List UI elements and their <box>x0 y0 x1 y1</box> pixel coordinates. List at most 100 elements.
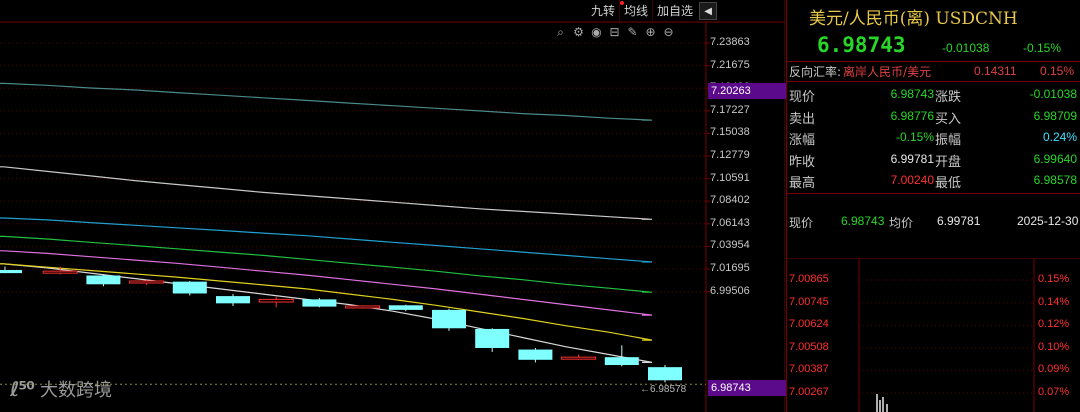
mini-right-tick: 0.15% <box>1038 273 1070 285</box>
reverse-rate-pair[interactable]: 离岸人民币/美元 <box>843 63 931 80</box>
quote-value: -0.15% <box>895 130 934 144</box>
collapse-panel-icon[interactable]: ◀ <box>699 2 718 20</box>
candle-body-down <box>302 299 337 307</box>
last-price: 6.98743 <box>817 33 906 57</box>
candle-body-up <box>345 305 381 309</box>
chart-grid <box>0 42 710 293</box>
quote-label: 开盘 <box>935 154 962 170</box>
axis-tick-label: 7.17227 <box>710 103 750 116</box>
axis-tick-label: 6.99506 <box>710 284 750 297</box>
mini-left-tick: 7.00508 <box>789 340 829 353</box>
price-change-pct: -0.15% <box>1023 41 1062 55</box>
quote-value: 6.98743 <box>890 87 934 101</box>
watermark: ℓ⁵⁰ 大数跨境 <box>10 376 112 402</box>
lock-icon[interactable]: ⊟ <box>607 25 622 40</box>
quote-label: 卖出 <box>789 111 816 127</box>
mini-right-tick: 0.09% <box>1038 363 1070 376</box>
price-change: -0.01038 <box>942 41 990 55</box>
axis-tick-label: 7.15038 <box>710 126 750 139</box>
divider <box>787 193 1080 194</box>
axis-tick-label: 7.03954 <box>710 239 750 252</box>
axis-tick-label: 7.10591 <box>710 171 750 184</box>
quote-label: 昨收 <box>789 154 816 170</box>
ma-line-7 <box>0 82 653 121</box>
quote-label: 最高 <box>789 176 816 191</box>
candle-body-down <box>388 305 423 310</box>
axis-tick-label: 7.06143 <box>710 216 750 229</box>
axis-tick-label: 7.08402 <box>710 194 750 207</box>
axis-tick-label: 7.12779 <box>710 149 750 161</box>
quote-panel: 美元/人民币(离) USDCNH 6.98743 -0.01038 -0.15%… <box>786 0 1080 412</box>
tick-avg-label: 均价 <box>889 216 914 230</box>
tick-date: 2025-12-30 <box>1017 214 1079 228</box>
quote-row: 现价 6.98743 涨跌 -0.01038 <box>789 84 1079 105</box>
candle-body-up <box>42 270 78 274</box>
mini-right-tick: 0.07% <box>1038 386 1070 398</box>
kline-chart[interactable] <box>0 0 785 412</box>
ma-line-6 <box>0 166 653 220</box>
quote-row: 涨幅 -0.15% 振幅 0.24% <box>789 127 1079 148</box>
notification-dot-icon <box>620 1 624 5</box>
axis-tick-label: 7.01695 <box>710 262 750 274</box>
candle-body-down <box>475 328 510 348</box>
candle-body-down <box>604 357 639 366</box>
reverse-rate-row[interactable]: 反向汇率: 离岸人民币/美元 0.14311 0.15% <box>789 62 1080 80</box>
kline-chart-pane[interactable]: 九转 均线 加自选 ◀ ⌕ ⚙ ◉ ⊟ ✎ ⊕ ⊖ 7.23863 7.21675… <box>0 0 786 412</box>
add-watchlist-button[interactable]: 加自选 <box>652 0 697 22</box>
quote-label: 买入 <box>935 111 962 127</box>
zoom-out-icon[interactable]: ⊖ <box>661 25 676 40</box>
candle-body-down <box>216 296 250 304</box>
intraday-mini-chart[interactable] <box>787 258 1080 412</box>
watermark-text: 大数跨境 <box>39 380 112 401</box>
quote-label: 涨幅 <box>789 133 816 148</box>
chart-frame <box>0 0 785 412</box>
candle-body-down <box>172 281 207 294</box>
mini-left-tick: 7.00387 <box>789 363 829 376</box>
watermark-logo: ℓ⁵⁰ <box>10 377 35 401</box>
candle-body-down <box>0 269 22 274</box>
mini-right-tick: 0.12% <box>1038 318 1070 331</box>
mini-left-tick: 7.00865 <box>789 273 829 285</box>
tick-avg-value: 6.99781 <box>937 214 981 228</box>
quote-value: 6.98709 <box>1033 108 1077 123</box>
reverse-rate-pct: 0.15% <box>1040 64 1075 78</box>
min-price-value: 6.98578 <box>650 384 687 395</box>
candle-body-up <box>561 356 597 360</box>
candle-body-down <box>648 367 682 381</box>
quote-label: 最低 <box>935 176 962 191</box>
tick-now-label: 现价 <box>789 216 814 230</box>
axis-tick-label: 7.23863 <box>710 36 750 48</box>
mini-right-tick: 0.10% <box>1038 340 1070 353</box>
quote-value: 6.98776 <box>890 108 934 123</box>
quote-value: 7.00240 <box>890 173 934 187</box>
wrench-icon[interactable]: ✎ <box>625 25 640 40</box>
eye-icon[interactable]: ◉ <box>589 25 604 40</box>
tick-now-value: 6.98743 <box>841 214 885 228</box>
candle-body-down <box>86 275 121 285</box>
axis-highlight-current: 6.98743 <box>708 380 786 396</box>
chart-toolbar: 九转 均线 加自选 ◀ <box>587 0 718 22</box>
ma-line-5 <box>0 217 653 263</box>
quote-row: 最高 7.00240 最低 6.98578 <box>789 170 1079 191</box>
min-price-label: ←6.98578 <box>640 384 687 395</box>
mini-left-tick: 7.00745 <box>789 295 829 308</box>
settings-icon[interactable]: ⚙ <box>571 25 586 40</box>
zoom-in-icon[interactable]: ⊕ <box>643 25 658 40</box>
mini-left-tick: 7.00267 <box>789 386 829 398</box>
reverse-rate-label: 反向汇率: <box>789 64 842 79</box>
instrument-title: 美元/人民币(离) USDCNH <box>809 9 1018 29</box>
quote-row: 卖出 6.98776 买入 6.98709 <box>789 106 1079 127</box>
quote-label: 振幅 <box>935 133 962 148</box>
zoom-icon[interactable]: ⌕ <box>553 25 568 40</box>
quote-value: 6.99640 <box>1033 151 1077 166</box>
quote-value: -0.01038 <box>1029 87 1077 101</box>
candle-body-down <box>432 309 466 329</box>
candle-body-down <box>518 349 553 360</box>
tick-info-row: 现价 6.98743 均价 6.99781 2025-12-30 <box>789 214 1080 232</box>
quote-label: 现价 <box>789 90 816 105</box>
candle-body-up <box>258 298 294 303</box>
ma-lines <box>0 82 653 363</box>
mini-left-tick: 7.00624 <box>789 318 829 331</box>
jiuzhuan-button[interactable]: 九转 <box>587 0 619 22</box>
axis-tick-label: 7.21675 <box>710 58 750 71</box>
